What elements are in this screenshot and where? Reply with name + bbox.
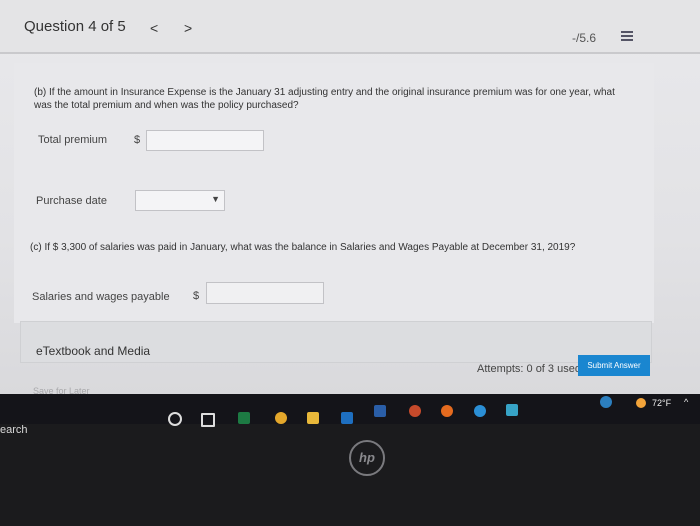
word-icon[interactable] (374, 405, 386, 417)
purchase-date-select[interactable]: ▼ (135, 190, 225, 211)
chrome-icon[interactable] (275, 412, 287, 424)
powerpoint-icon[interactable] (409, 405, 421, 417)
score-display: -/5.6 (572, 31, 597, 45)
question-header: Question 4 of 5 < > -/5.6 (0, 0, 700, 54)
firefox-icon[interactable] (441, 405, 453, 417)
tray-expand-icon[interactable]: ^ (684, 396, 688, 409)
etextbook-link[interactable]: eTextbook and Media (36, 345, 150, 358)
hp-logo: hp (349, 440, 385, 476)
total-premium-label: Total premium (38, 134, 108, 146)
file-explorer-icon[interactable] (307, 412, 319, 424)
next-question-button[interactable]: > (184, 20, 192, 36)
salaries-currency: $ (193, 290, 200, 302)
chevron-down-icon: ▼ (211, 194, 220, 204)
cortana-icon[interactable] (168, 412, 182, 426)
outlook-icon[interactable] (341, 412, 353, 424)
search-fragment[interactable]: earch (0, 424, 28, 437)
task-view-icon[interactable] (201, 413, 215, 427)
edge-icon[interactable] (474, 405, 486, 417)
prev-question-button[interactable]: < (150, 20, 158, 36)
salaries-payable-input[interactable] (206, 282, 324, 304)
help-icon[interactable] (600, 396, 612, 408)
total-premium-currency: $ (134, 134, 141, 146)
submit-answer-button[interactable]: Submit Answer (578, 355, 650, 376)
weather-sun-icon[interactable] (636, 398, 646, 408)
excel-icon[interactable] (238, 412, 250, 424)
part-b-question: (b) If the amount in Insurance Expense i… (34, 87, 615, 111)
attempts-text: Attempts: 0 of 3 used (477, 363, 581, 375)
browser-screen: Question 4 of 5 < > -/5.6 (b) If the amo… (0, 0, 700, 395)
question-list-icon[interactable] (621, 31, 633, 41)
purchase-date-label: Purchase date (36, 195, 107, 207)
part-c-question: (c) If $ 3,300 of salaries was paid in J… (30, 242, 576, 253)
question-title: Question 4 of 5 (24, 18, 126, 35)
app-icon[interactable] (506, 404, 518, 416)
temperature[interactable]: 72°F (652, 397, 671, 410)
total-premium-input[interactable] (146, 130, 264, 151)
salaries-payable-label: Salaries and wages payable (32, 291, 170, 303)
